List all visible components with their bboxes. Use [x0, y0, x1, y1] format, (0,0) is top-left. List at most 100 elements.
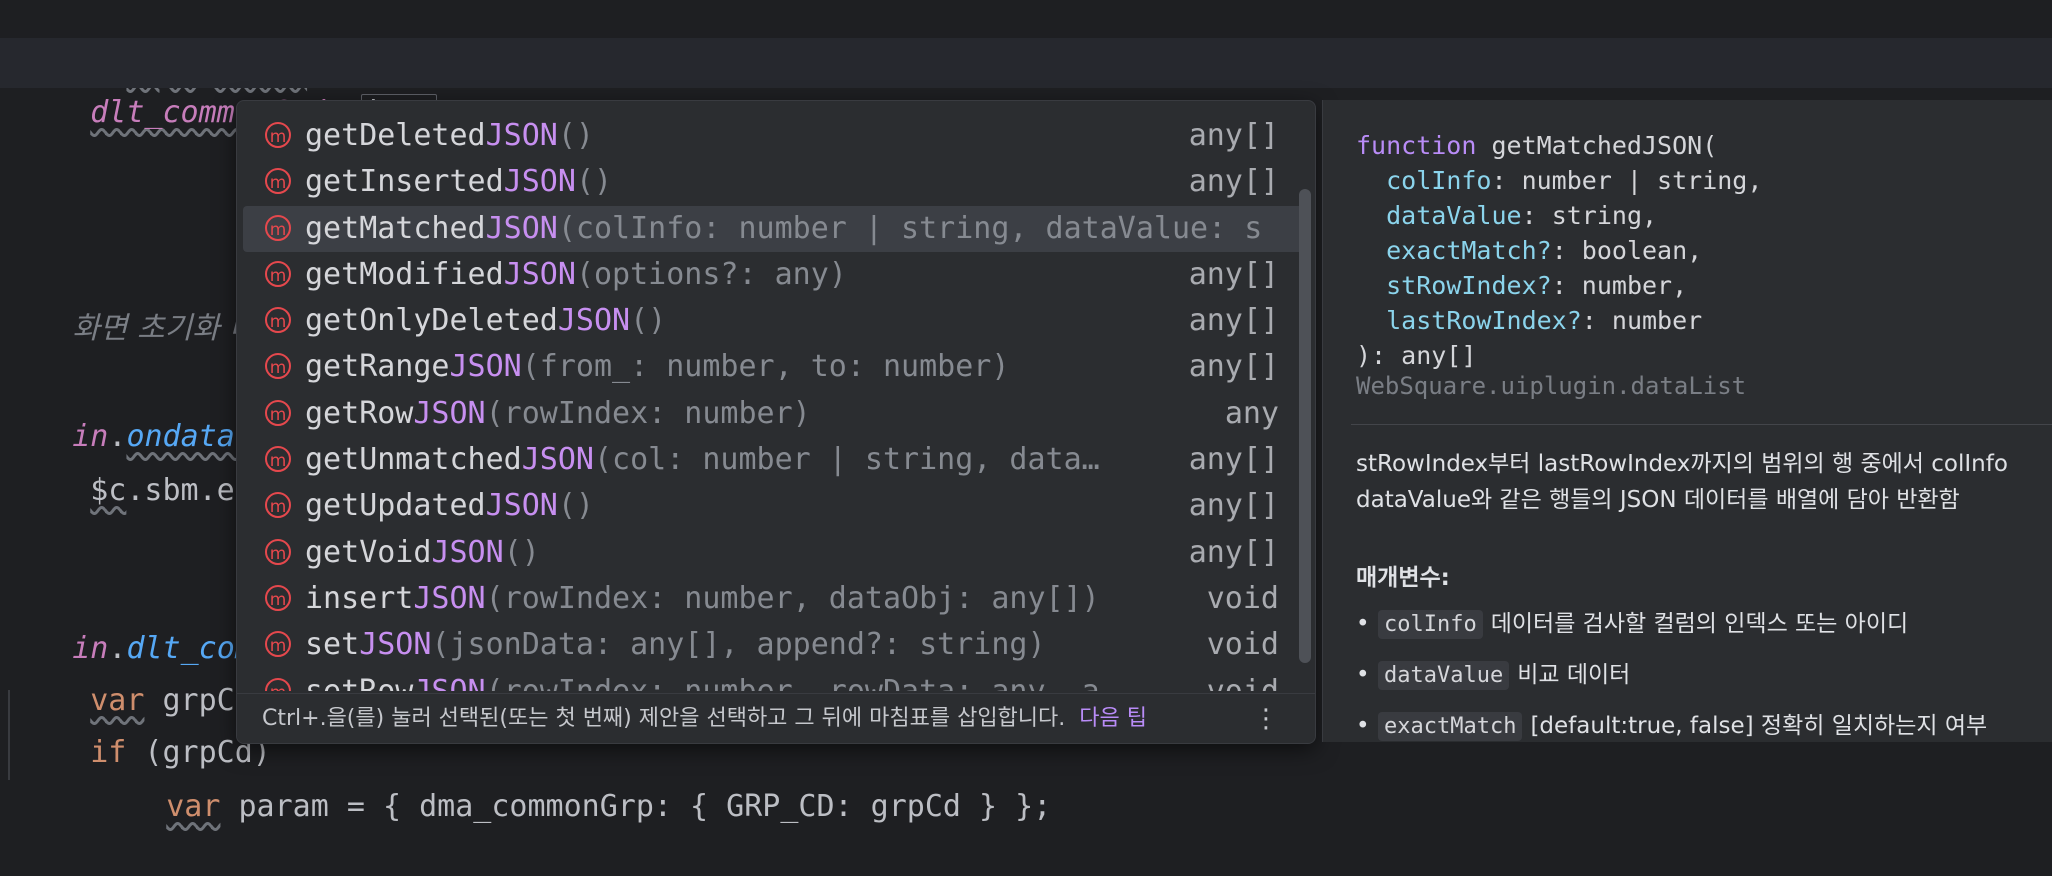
- completion-item[interactable]: m getDeletedJSON() any[]: [237, 113, 1315, 159]
- item-match-highlight: JSON: [503, 164, 576, 200]
- item-return-type: any[]: [1188, 303, 1279, 339]
- item-match-highlight: JSON: [413, 674, 485, 691]
- method-icon: m: [265, 492, 291, 519]
- item-return-type: any[]: [1188, 442, 1279, 478]
- code-line-9[interactable]: var param = { dma_commonGrp: { GRP_CD: g…: [0, 738, 1051, 824]
- completion-item[interactable]: m insertJSON(rowIndex: number, dataObj: …: [237, 576, 1315, 622]
- item-signature: (): [630, 303, 667, 339]
- item-match-highlight: JSON: [413, 580, 486, 616]
- doc-param-item: • exactMatch [default:true, false] 정확히 일치하…: [1356, 706, 1988, 741]
- doc-param-item: • dataValue 비교 데이터: [1356, 655, 1630, 690]
- sig-separator: :: [1491, 166, 1522, 195]
- item-name: insert: [305, 580, 414, 616]
- item-signature: (): [557, 488, 594, 524]
- code-line-2-current[interactable]: dlt_commonCode.json: [0, 38, 2052, 131]
- item-name: Inserted: [359, 164, 504, 200]
- completion-scrollbar[interactable]: [1299, 189, 1311, 663]
- doc-params-heading: 매개변수:: [1356, 565, 1450, 591]
- item-name: get: [305, 534, 360, 570]
- completion-item[interactable]: m setRowJSON(rowIndex: number, rowData: …: [237, 669, 1315, 691]
- documentation-popup[interactable]: function getMatchedJSON( colInfo: number…: [1322, 100, 2052, 742]
- completion-item-selected[interactable]: m getMatchedJSON(colInfo: number | strin…: [243, 205, 1309, 252]
- sig-keyword: function: [1356, 131, 1477, 160]
- doc-description: stRowIndex부터 lastRowIndex까지의 범위의 행 중에서 c…: [1356, 446, 2008, 518]
- item-return-type: void: [1206, 627, 1279, 663]
- item-name: get: [305, 349, 360, 385]
- item-return-type: any[]: [1188, 488, 1279, 524]
- completion-item[interactable]: m getRowJSON(rowIndex: number) any: [237, 391, 1315, 437]
- sig-function-name: getMatchedJSON(: [1476, 131, 1718, 160]
- completion-item[interactable]: m getInsertedJSON() any[]: [237, 159, 1315, 205]
- code-token: $c: [90, 473, 127, 508]
- completion-item[interactable]: m getVoidJSON() any[]: [237, 530, 1315, 576]
- item-name: get: [305, 210, 360, 246]
- item-signature: (rowIndex: number, rowData: any, a: [486, 674, 1100, 691]
- sig-param-type: number: [1611, 306, 1703, 335]
- completion-item[interactable]: m getRangeJSON(from_: number, to: number…: [237, 344, 1315, 390]
- doc-param-code: colInfo: [1378, 610, 1483, 639]
- item-name: get: [305, 395, 360, 431]
- method-icon: m: [265, 446, 291, 473]
- item-return-type: any: [1224, 395, 1279, 431]
- item-name: get: [305, 256, 360, 292]
- sig-param-type: number | string,: [1521, 166, 1763, 195]
- sig-param-name: colInfo: [1386, 166, 1492, 195]
- item-match-highlight: JSON: [485, 210, 558, 246]
- method-icon: m: [265, 214, 291, 241]
- method-icon: m: [265, 584, 291, 611]
- item-signature: (): [575, 164, 613, 200]
- bullet-icon: •: [1356, 662, 1370, 688]
- item-return-type: any[]: [1188, 164, 1279, 200]
- item-name: get: [305, 488, 360, 524]
- item-match-highlight: JSON: [413, 395, 486, 431]
- method-icon: m: [265, 399, 291, 426]
- item-return-type: void: [1206, 580, 1279, 616]
- sig-return-type: ): any[]: [1356, 341, 1477, 370]
- doc-divider: [1351, 424, 2052, 425]
- sig-param-type: string,: [1551, 201, 1658, 230]
- sig-separator: :: [1581, 306, 1612, 335]
- item-match-highlight: JSON: [359, 627, 432, 663]
- completion-item[interactable]: m getModifiedJSON(options?: any) any[]: [237, 252, 1315, 298]
- item-match-highlight: JSON: [503, 256, 576, 292]
- doc-param-code: exactMatch: [1378, 712, 1523, 741]
- doc-param-text: [default:true, false] 정확히 일치하는지 여부: [1530, 713, 1988, 739]
- sig-param-name: lastRowIndex?: [1386, 306, 1582, 335]
- method-icon: m: [265, 677, 291, 691]
- code-completion-popup[interactable]: m getDeletedJSON() any[] m getInsertedJS…: [236, 100, 1316, 744]
- sig-separator: :: [1551, 271, 1582, 300]
- item-name: Range: [359, 349, 450, 385]
- item-return-type: any[]: [1188, 118, 1279, 153]
- method-icon: m: [265, 122, 291, 148]
- method-icon: m: [265, 260, 291, 287]
- completion-item[interactable]: m getUnmatchedJSON(col: number | string,…: [237, 437, 1315, 483]
- item-signature: (col: number | string, data…: [594, 442, 1100, 478]
- completion-list[interactable]: m getDeletedJSON() any[] m getInsertedJS…: [237, 113, 1315, 691]
- doc-description-line: dataValue와 같은 행들의 JSON 데이터를 배열에 담아 반환함: [1356, 487, 1960, 513]
- more-options-icon[interactable]: ⋮: [1253, 694, 1279, 743]
- completion-item[interactable]: m getUpdatedJSON() any[]: [237, 483, 1315, 529]
- item-return-type: void: [1207, 669, 1279, 691]
- item-name: setRow: [305, 674, 413, 691]
- bullet-icon: •: [1356, 713, 1370, 739]
- item-return-type: any[]: [1188, 534, 1279, 570]
- method-icon: m: [265, 168, 291, 195]
- sig-separator: :: [1521, 201, 1552, 230]
- item-signature: (jsonData: any[], append?: string): [431, 627, 1046, 663]
- next-tip-link[interactable]: 다음 팁: [1079, 706, 1147, 731]
- item-name: Modified: [359, 256, 504, 292]
- item-name: get: [305, 164, 360, 200]
- bullet-icon: •: [1356, 611, 1370, 637]
- item-signature: (from_: number, to: number): [521, 349, 1010, 385]
- footer-hint-text: Ctrl+.을(를) 눌러 선택된(또는 첫 번째) 제안을 선택하고 그 뒤에…: [262, 706, 1066, 731]
- doc-description-line: stRowIndex부터 lastRowIndex까지의 범위의 행 중에서 c…: [1356, 451, 2008, 477]
- item-name: get: [305, 442, 360, 478]
- completion-item[interactable]: m getOnlyDeletedJSON() any[]: [237, 298, 1315, 344]
- completion-item[interactable]: m setJSON(jsonData: any[], append?: stri…: [237, 622, 1315, 668]
- item-return-type: any[]: [1188, 349, 1279, 385]
- sig-param-name: exactMatch?: [1386, 236, 1552, 265]
- item-signature: (colInfo: number | string, dataValue: s: [557, 210, 1263, 246]
- item-match-highlight: JSON: [557, 303, 631, 339]
- item-name: set: [305, 627, 360, 663]
- item-match-highlight: JSON: [485, 488, 558, 524]
